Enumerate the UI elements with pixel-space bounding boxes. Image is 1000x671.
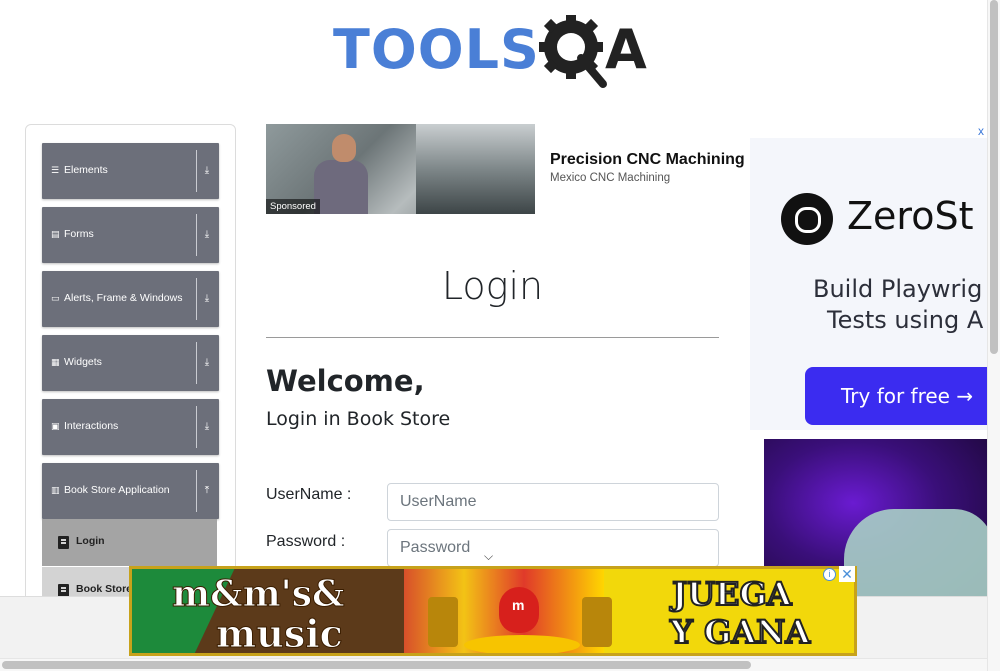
ad-info-icon[interactable]: i	[823, 568, 836, 581]
zerostep-ad-card: ZeroSt Build Playwrig Tests using A Try …	[750, 138, 987, 430]
library-icon: ▥	[51, 485, 60, 495]
interaction-icon: ▣	[51, 421, 60, 431]
sidebar-item-label: Login	[76, 535, 105, 547]
ad-machine-shape	[416, 124, 535, 214]
logo-text: TOOLS	[333, 18, 540, 81]
title-divider	[266, 337, 719, 338]
divider	[196, 406, 197, 448]
sidebar-group-interactions[interactable]: ▣ Interactions ⤓	[42, 399, 219, 455]
list-icon: ☰	[51, 165, 60, 175]
username-label: UserName :	[266, 486, 352, 503]
toolsqa-logo[interactable]: TOOLS A	[333, 14, 663, 92]
sidebar-group-label: Interactions	[64, 420, 119, 432]
divider	[196, 470, 197, 512]
download-icon: ⤓	[204, 229, 210, 240]
ad-tagline-1: Build Playwrig	[813, 275, 983, 303]
sidebar-item-label: Book Store	[76, 583, 133, 595]
sidebar-group-elements[interactable]: ☰ Elements ⤓	[42, 143, 219, 199]
ad-close-icon[interactable]: x	[978, 124, 984, 138]
chevron-down-icon: ⌵	[484, 549, 494, 563]
stage-shape	[464, 635, 580, 653]
zerostep-logo-icon	[781, 193, 833, 245]
ad-worker-body	[314, 160, 368, 214]
sidebar-group-forms[interactable]: ▤ Forms ⤓	[42, 207, 219, 263]
ad-worker-head	[332, 134, 356, 162]
sidebar-item-login[interactable]: Login	[42, 519, 217, 566]
page-title: Login	[441, 264, 544, 308]
html5-icon	[58, 536, 69, 549]
ad-subtitle: Mexico CNC Machining	[550, 172, 671, 184]
horizontal-scrollbar-thumb[interactable]	[2, 661, 751, 669]
speaker-icon	[428, 597, 458, 647]
sidebar-group-label: Forms	[64, 228, 94, 240]
username-input[interactable]	[387, 483, 719, 521]
logo-text-a: A	[605, 18, 647, 81]
divider	[196, 278, 197, 320]
right-ad[interactable]: ZeroSt Build Playwrig Tests using A Try …	[750, 124, 987, 596]
sponsored-label: Sponsored	[266, 199, 320, 214]
window-icon: ▭	[51, 293, 60, 303]
form-icon: ▤	[51, 229, 60, 239]
sidebar-group-label: Widgets	[64, 356, 102, 368]
sidebar-group-book-store[interactable]: ▥ Book Store Application ⤒	[42, 463, 219, 519]
grid-icon: ▦	[51, 357, 60, 367]
welcome-heading: Welcome,	[266, 364, 425, 398]
download-icon: ⤓	[204, 421, 210, 432]
download-icon: ⤓	[204, 357, 210, 368]
download-icon: ⤓	[204, 293, 210, 304]
sidebar-group-alerts[interactable]: ▭ Alerts, Frame & Windows ⤓	[42, 271, 219, 327]
ad-video-figure	[844, 509, 987, 596]
banner-ygana: Y GANA	[669, 612, 811, 652]
page-root: TOOLS A ☰ Elements ⤓ ▤ Forms ⤓ ▭ Alerts,…	[0, 0, 1000, 671]
ad-close-icon[interactable]: ✕	[839, 566, 855, 582]
gear-magnifier-icon	[539, 15, 607, 88]
divider	[196, 342, 197, 384]
download-icon: ⤓	[204, 165, 210, 176]
banner-music: music	[216, 611, 344, 656]
divider	[196, 150, 197, 192]
password-label: Password :	[266, 533, 346, 550]
vertical-scrollbar[interactable]	[987, 0, 1000, 671]
sponsored-ad[interactable]: Sponsored Precision CNC Machining Mexico…	[266, 124, 746, 214]
speaker-icon	[582, 597, 612, 647]
upload-icon: ⤒	[204, 485, 210, 496]
password-input[interactable]	[387, 529, 719, 567]
sidebar-group-label: Book Store Application	[64, 484, 170, 496]
ad-title[interactable]: Precision CNC Machining	[550, 151, 745, 169]
sidebar-group-label: Alerts, Frame & Windows	[64, 292, 183, 304]
try-for-free-button[interactable]: Try for free →	[805, 367, 987, 425]
banner-brand: m&m's&	[171, 573, 345, 616]
divider	[196, 214, 197, 256]
vertical-scrollbar-thumb[interactable]	[990, 0, 998, 354]
welcome-subheading: Login in Book Store	[266, 408, 451, 430]
sidebar: ☰ Elements ⤓ ▤ Forms ⤓ ▭ Alerts, Frame &…	[25, 124, 236, 614]
sidebar-group-label: Elements	[64, 164, 108, 176]
ad-image: Sponsored	[266, 124, 535, 214]
banner-ad[interactable]: m&m's& music JUEGA Y GANA	[129, 566, 857, 656]
sidebar-group-widgets[interactable]: ▦ Widgets ⤓	[42, 335, 219, 391]
ad-brand: ZeroSt	[847, 194, 974, 238]
banner-juega: JUEGA	[671, 574, 793, 614]
horizontal-scrollbar[interactable]	[0, 658, 987, 671]
ad-tagline-2: Tests using A	[827, 306, 984, 334]
mascot-icon	[499, 587, 539, 633]
